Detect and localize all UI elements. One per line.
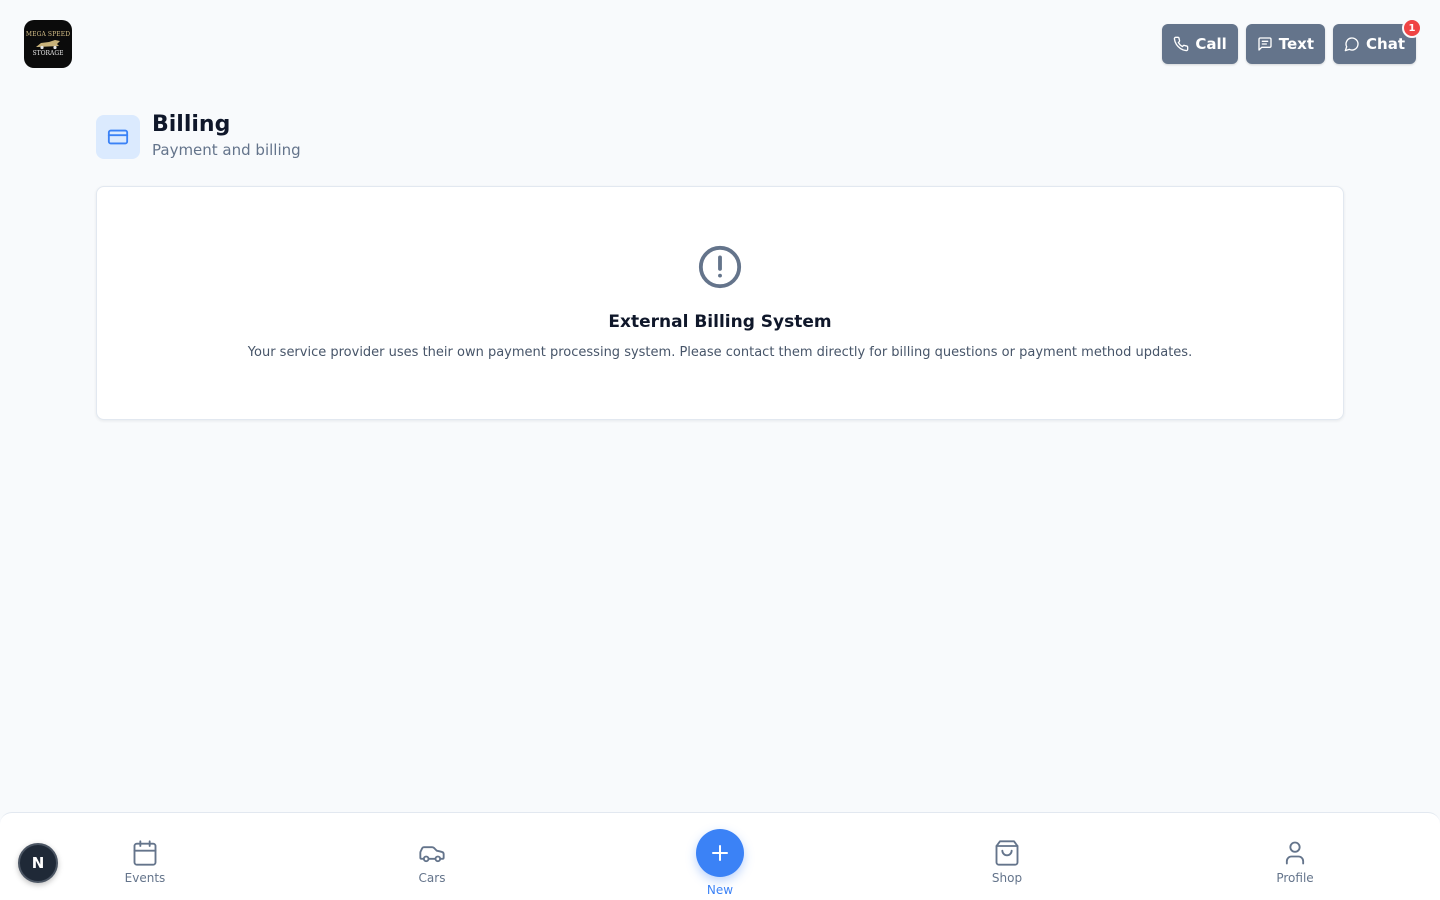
plus-icon xyxy=(712,845,728,861)
phone-icon xyxy=(1174,36,1189,52)
nav-label-events: Events xyxy=(124,871,166,885)
nav-label-shop: Shop xyxy=(991,871,1023,885)
user-icon xyxy=(1285,841,1305,865)
card-title: External Billing System xyxy=(608,312,832,332)
page-title: Billing xyxy=(152,112,231,137)
chat-button-label: Chat xyxy=(1366,35,1405,53)
chat-unread-badge: 1 xyxy=(1402,18,1422,38)
brand-logo[interactable]: MEGA SPEED STORAGE xyxy=(24,20,72,68)
nav-item-new[interactable]: New xyxy=(680,829,760,897)
card-description: Your service provider uses their own pay… xyxy=(247,345,1193,360)
nav-item-events[interactable]: Events xyxy=(105,839,185,885)
call-button[interactable]: Call xyxy=(1162,24,1238,64)
calendar-icon xyxy=(133,840,157,866)
shopping-bag-icon xyxy=(995,840,1019,866)
bottom-nav: N Events Cars New Shop Profile xyxy=(0,812,1440,900)
logo-line-2: STORAGE xyxy=(32,50,64,57)
new-button[interactable] xyxy=(696,829,744,877)
billing-page: MEGA SPEED STORAGE Call Text Chat 1 Bill… xyxy=(0,0,1440,900)
car-icon xyxy=(419,846,445,863)
chat-button[interactable]: Chat 1 xyxy=(1333,18,1422,64)
nav-item-profile[interactable]: Profile xyxy=(1255,839,1335,885)
logo-line-1: MEGA SPEED xyxy=(25,31,71,38)
nav-label-new: New xyxy=(706,883,734,897)
nav-label-profile: Profile xyxy=(1276,871,1314,885)
credit-card-icon xyxy=(107,129,129,145)
nav-item-cars[interactable]: Cars xyxy=(392,839,472,885)
chat-bubble-icon xyxy=(1344,37,1359,52)
billing-header-icon xyxy=(96,115,140,159)
avatar[interactable]: N xyxy=(18,843,58,883)
message-square-icon xyxy=(1258,37,1272,51)
car-logo-icon xyxy=(36,40,60,50)
call-button-label: Call xyxy=(1195,35,1227,53)
nav-item-shop[interactable]: Shop xyxy=(967,839,1047,885)
external-billing-card: External Billing System Your service pro… xyxy=(96,186,1344,420)
contact-actions: Call Text Chat 1 xyxy=(1162,18,1422,64)
alert-circle-icon xyxy=(698,245,742,289)
page-subtitle: Payment and billing xyxy=(152,141,301,159)
text-button-label: Text xyxy=(1278,35,1315,53)
text-button[interactable]: Text xyxy=(1245,24,1326,64)
nav-label-cars: Cars xyxy=(418,871,446,885)
